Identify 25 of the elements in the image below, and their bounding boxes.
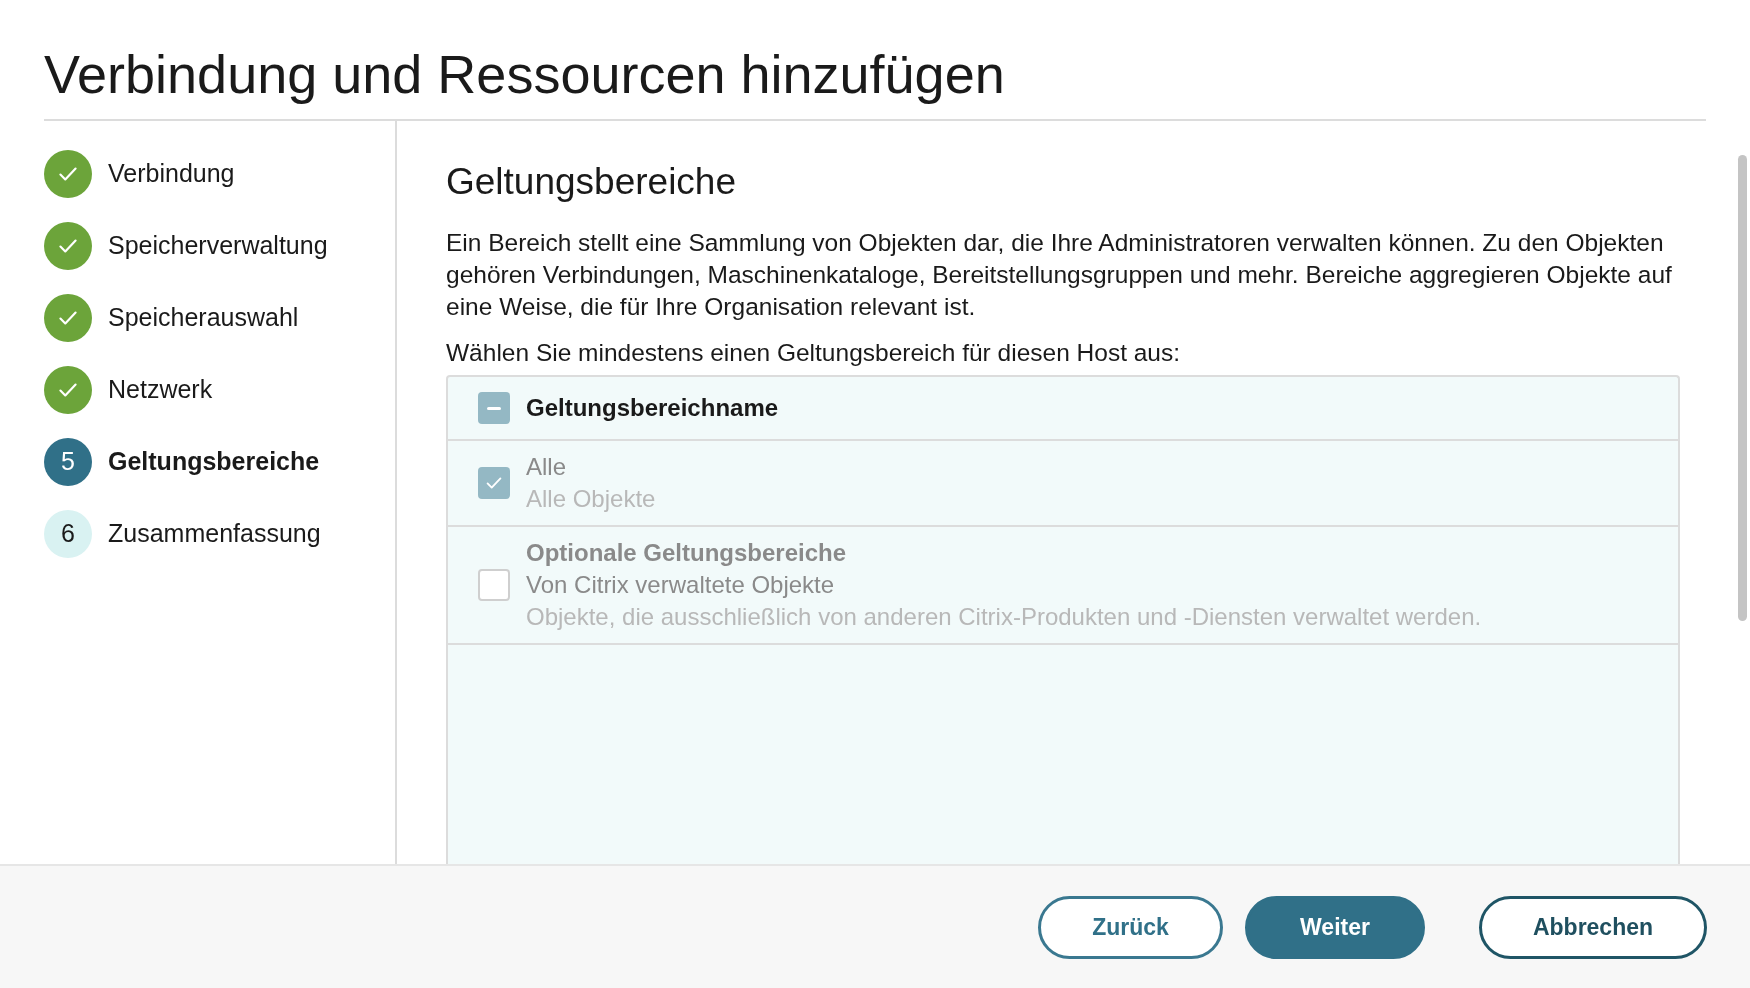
checkbox[interactable] (478, 392, 510, 425)
step-number: 6 (44, 509, 92, 558)
minus-icon (487, 406, 501, 410)
primary-button[interactable]: Weiter (1245, 895, 1425, 959)
scope-name: Von Citrix verwaltete Objekte (526, 570, 836, 601)
scope-description: Alle Objekte (526, 484, 656, 515)
checkbox[interactable] (478, 569, 510, 602)
step-label: Zusammenfassung (108, 518, 321, 550)
scrollbar[interactable] (1738, 155, 1747, 621)
scope-name: Alle (526, 452, 568, 483)
section-heading: Geltungsbereiche (446, 159, 738, 204)
scope-description: Objekte, die ausschließlich von anderen Citrix-Produkten und -Diensten verwaltet werden. (526, 602, 1482, 633)
step-label: Speicherauswahl (108, 302, 299, 334)
tertiary-button[interactable]: Abbrechen (1479, 895, 1707, 959)
step-label: Geltungsbereiche (108, 446, 320, 478)
step-label: Netzwerk (108, 374, 213, 406)
section-prompt: Wählen Sie mindestens einen Geltungsbereich für diesen Host aus: (446, 338, 1182, 369)
column-header: Geltungsbereichname (526, 393, 779, 424)
secondary-button[interactable]: Zurück (1038, 895, 1223, 959)
section-description: Ein Bereich stellt eine Sammlung von Objekten dar, die Ihre Administratoren verwalten können. Zu den Objekten gehören Verbindungen, Maschinenkataloge, Bereitstellungsgruppen und mehr. Bereiche aggregieren Objekte auf eine Weise, die für Ihre Organisation relevant ist. (446, 228, 1673, 323)
step-label: Verbindung (108, 158, 235, 190)
step-label: Speicherverwaltung (108, 230, 328, 262)
group-label: Optionale Geltungsbereiche (526, 538, 848, 569)
step-number: 5 (44, 437, 92, 486)
page-title: Verbindung und Ressourcen hinzufügen (44, 43, 1006, 106)
